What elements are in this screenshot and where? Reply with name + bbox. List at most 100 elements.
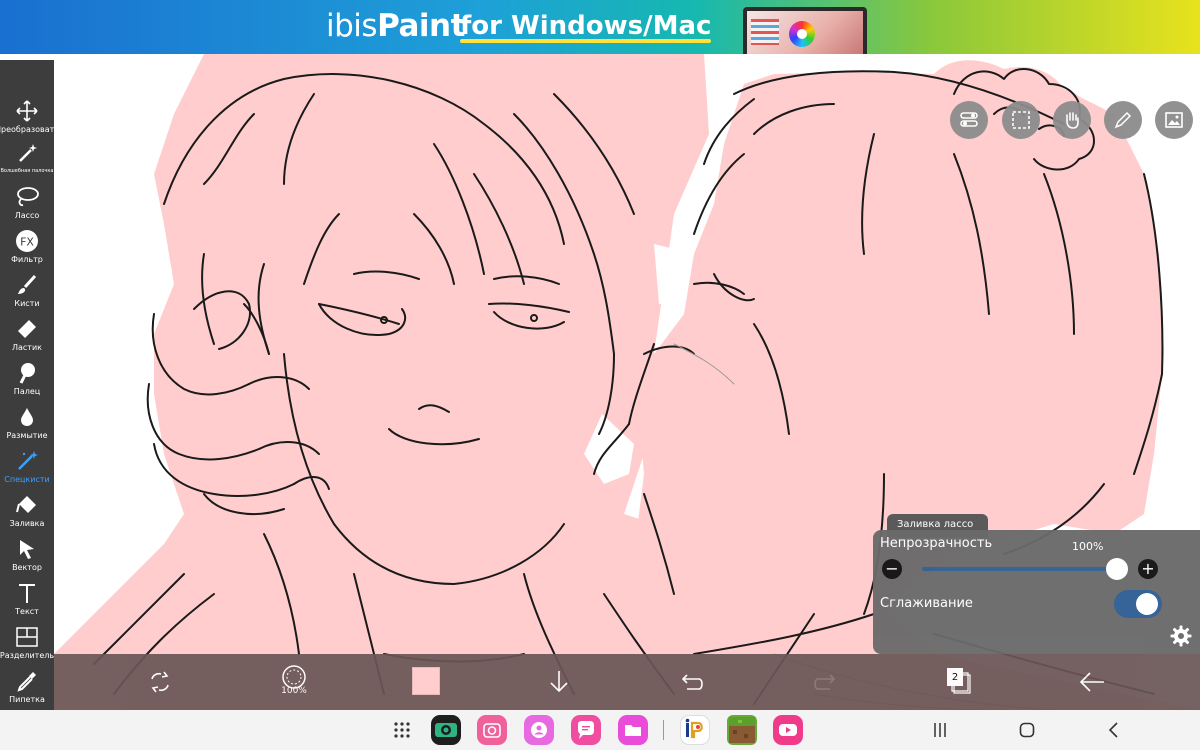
- layer-count: 2: [947, 668, 963, 686]
- brush-size-button[interactable]: 100%: [276, 664, 312, 700]
- promo-banner[interactable]: ibisPaint for Windows/Mac: [0, 0, 1200, 54]
- tool-label: Лассо: [14, 211, 40, 220]
- hand-icon: [1066, 112, 1079, 129]
- banner-ui-bars: [751, 19, 779, 45]
- opacity-plus-button[interactable]: +: [1138, 559, 1158, 579]
- opacity-slider-thumb[interactable]: [1106, 558, 1128, 580]
- tool-special[interactable]: Спецкисти: [0, 448, 54, 492]
- color-swatch[interactable]: [412, 667, 440, 695]
- undo-button[interactable]: [674, 664, 710, 700]
- camera-app[interactable]: [431, 715, 461, 745]
- tool-sidebar: Преобразовать Волшебная палочка Лассо FX…: [0, 60, 59, 712]
- recent-apps-button[interactable]: [928, 718, 952, 742]
- gear-icon: [1170, 625, 1192, 647]
- files-app[interactable]: [618, 715, 648, 745]
- banner-monitor-image: [743, 7, 867, 54]
- eraser-icon: [18, 320, 36, 338]
- camera-app-icon: [483, 723, 501, 738]
- special-brush-icon: [18, 451, 38, 470]
- fill-bucket-icon: [16, 496, 36, 513]
- dock-divider: [663, 720, 664, 740]
- pen-button[interactable]: [1104, 101, 1142, 139]
- banner-underline: [460, 39, 712, 43]
- toggle-panel-icon: [960, 112, 978, 127]
- app-drawer-button[interactable]: [390, 718, 414, 742]
- files-icon: [625, 725, 641, 736]
- bottom-toolbar: 100% 2: [54, 654, 1200, 710]
- selection-button[interactable]: [1002, 101, 1040, 139]
- tool-vector[interactable]: Вектор: [0, 536, 54, 580]
- banner-tagline-text: for Windows/Mac: [460, 11, 712, 41]
- tool-eraser[interactable]: Ластик: [0, 316, 54, 360]
- finger-smudge-icon: [19, 363, 35, 384]
- tool-filter[interactable]: FX Фильтр: [0, 228, 54, 272]
- opacity-minus-button[interactable]: −: [882, 559, 902, 579]
- contacts-app[interactable]: [524, 715, 554, 745]
- swap-tool-button[interactable]: [142, 664, 178, 700]
- tool-blur[interactable]: Размытие: [0, 404, 54, 448]
- tool-label: Кисти: [14, 299, 40, 308]
- download-button[interactable]: [541, 664, 577, 700]
- tool-magic-wand[interactable]: Волшебная палочка: [0, 140, 54, 184]
- tool-label: Размытие: [6, 431, 48, 440]
- banner-logo: ibisPaint: [326, 8, 465, 44]
- minecraft-app[interactable]: [727, 715, 757, 745]
- smoothing-label: Сглаживание: [880, 596, 973, 611]
- tool-lasso[interactable]: Лассо: [0, 184, 54, 228]
- youtube-app[interactable]: [773, 715, 803, 745]
- home-icon: [1019, 722, 1035, 738]
- arrow-down-icon: [550, 671, 568, 693]
- settings-button[interactable]: [1169, 624, 1193, 648]
- svg-text:FX: FX: [20, 236, 34, 249]
- messages-app[interactable]: [571, 715, 601, 745]
- tool-label: Фильтр: [11, 255, 43, 264]
- eyedropper-icon: [17, 672, 36, 692]
- tool-text[interactable]: Текст: [0, 580, 54, 624]
- camera-icon: [435, 723, 457, 737]
- redo-button[interactable]: [807, 664, 843, 700]
- tool-transform[interactable]: Преобразовать: [0, 98, 59, 142]
- app-window: ibisPaint for Windows/Mac Преобразовать …: [0, 0, 1200, 750]
- ibispaint-app[interactable]: [680, 715, 710, 745]
- layers-button[interactable]: 2: [941, 664, 977, 700]
- opacity-label: Непрозрачность: [880, 536, 993, 551]
- logo-text-paint: Paint: [377, 8, 465, 44]
- recent-apps-icon: [934, 723, 946, 737]
- camera-pink-app[interactable]: [477, 715, 507, 745]
- undo-icon: [681, 674, 703, 690]
- system-navbar: [0, 710, 1200, 750]
- tool-label: Пипетка: [9, 695, 45, 704]
- chevron-left-icon: [1108, 722, 1118, 738]
- home-button[interactable]: [1015, 718, 1039, 742]
- banner-screen: [747, 11, 863, 54]
- lasso-icon: [17, 187, 39, 207]
- text-icon: [19, 584, 35, 603]
- back-button[interactable]: [1074, 664, 1110, 700]
- tool-label: Спецкисти: [4, 475, 50, 484]
- tool-fill[interactable]: Заливка: [0, 492, 54, 536]
- arrow-left-icon: [1079, 672, 1104, 692]
- lasso-tab-title: Заливка лассо: [897, 519, 974, 530]
- opacity-value: 100%: [1072, 540, 1104, 553]
- vector-arrow-icon: [20, 540, 34, 559]
- brush-icon: [18, 274, 37, 294]
- tool-label: Ластик: [11, 343, 42, 352]
- tool-eyedropper[interactable]: Пипетка: [0, 668, 54, 712]
- drop-icon: [21, 408, 33, 426]
- logo-text-ibis: ibis: [326, 8, 378, 44]
- opacity-slider[interactable]: [922, 567, 1117, 571]
- brush-size-value: 100%: [281, 686, 307, 696]
- hand-button[interactable]: [1053, 101, 1091, 139]
- image-button[interactable]: [1155, 101, 1193, 139]
- tool-finger[interactable]: Палец: [0, 360, 54, 404]
- tool-label: Вектор: [12, 563, 42, 572]
- toggle-panel-button[interactable]: [950, 101, 988, 139]
- tool-label: Заливка: [9, 519, 45, 528]
- smoothing-toggle[interactable]: [1114, 590, 1162, 618]
- tool-brush[interactable]: Кисти: [0, 272, 54, 316]
- minecraft-icon: [729, 717, 755, 743]
- tool-divider[interactable]: Разделитель: [0, 624, 54, 668]
- fx-icon: FX: [16, 230, 38, 252]
- banner-tagline: for Windows/Mac: [460, 11, 712, 43]
- system-back-button[interactable]: [1102, 718, 1126, 742]
